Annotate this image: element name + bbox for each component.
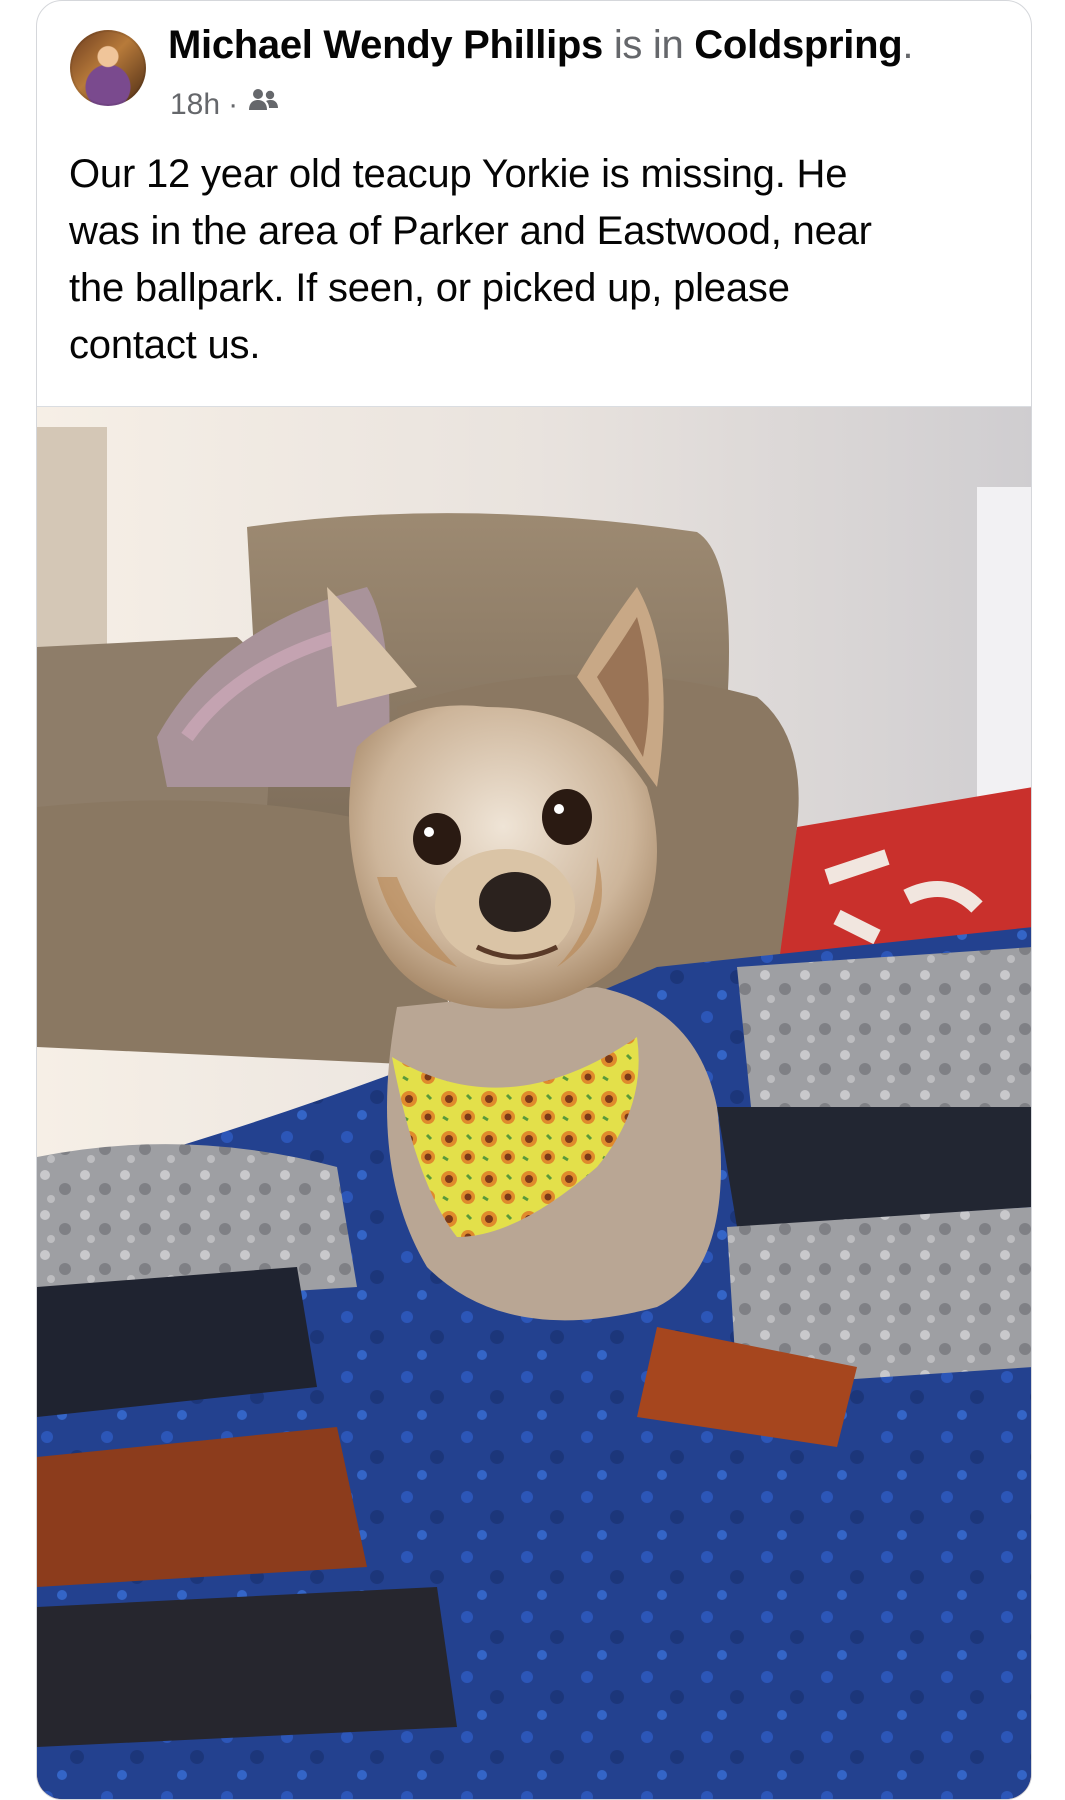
post-text-line: contact us. [69,323,261,367]
post-meta: 18h · [170,86,280,124]
post-text-line: was in the area of Parker and Eastwood, … [69,209,872,253]
author-name[interactable]: Michael Wendy Phillips [168,23,603,67]
connector-text: is in [613,23,684,67]
post-card: Michael Wendy Phillips is in Coldspring.… [36,0,1032,1800]
post-text-line: the ballpark. If seen, or picked up, ple… [69,266,790,310]
post-timestamp[interactable]: 18h [170,88,220,122]
post-photo[interactable] [37,406,1031,1799]
post-text-line: Our 12 year old teacup Yorkie is missing… [69,152,848,196]
post-header: Michael Wendy Phillips is in Coldspring. [168,23,914,68]
friends-icon[interactable] [246,86,280,124]
post-text: Our 12 year old teacup Yorkie is missing… [69,146,999,374]
meta-separator: · [228,88,239,121]
location-link[interactable]: Coldspring [694,23,902,67]
dog-photo-image [37,407,1031,1799]
header-period: . [902,23,914,67]
author-avatar[interactable] [70,30,146,106]
